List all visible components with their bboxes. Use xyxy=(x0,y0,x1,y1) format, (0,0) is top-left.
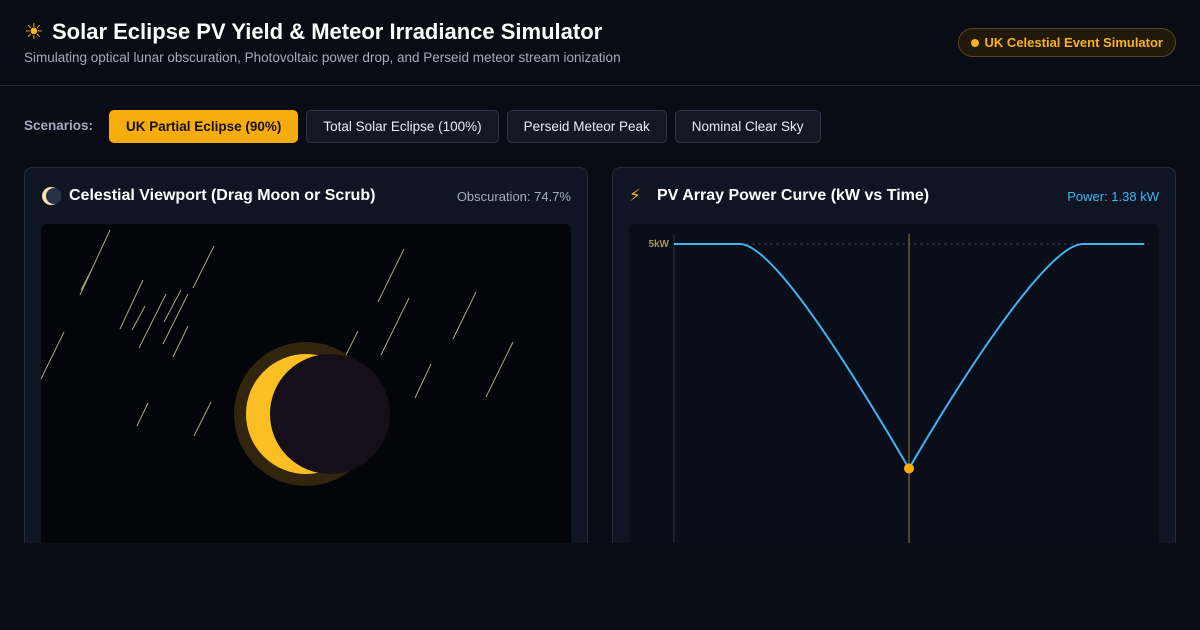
meteor-streak xyxy=(344,330,359,358)
meteor-streak xyxy=(193,401,212,437)
moon-icon xyxy=(41,186,63,206)
meteor-streak xyxy=(162,293,189,345)
power-panel-header: ⚡ PV Array Power Curve (kW vs Time) Powe… xyxy=(629,184,1159,208)
page-subtitle: Simulating optical lunar obscuration, Ph… xyxy=(24,50,621,65)
page-bottom-area xyxy=(0,543,1200,630)
scenario-selector: Scenarios: UK Partial Eclipse (90%) Tota… xyxy=(24,110,829,143)
meteor-streak xyxy=(485,341,514,398)
meteor-streak xyxy=(136,402,149,427)
power-readout: Power: 1.38 kW xyxy=(1067,188,1159,204)
scenario-perseid-peak-button[interactable]: Perseid Meteor Peak xyxy=(506,110,667,143)
power-curve-chart[interactable]: 5kW xyxy=(629,224,1159,564)
lightning-icon: ⚡ xyxy=(629,186,641,205)
power-panel-title: PV Array Power Curve (kW vs Time) xyxy=(657,187,930,204)
meteor-streak xyxy=(192,245,215,289)
moon-disc[interactable] xyxy=(270,354,390,474)
meteor-streak xyxy=(452,291,477,340)
title-row: ☀ Solar Eclipse PV Yield & Meteor Irradi… xyxy=(24,18,602,46)
meteor-streak xyxy=(79,229,111,296)
obscuration-readout: Obscuration: 74.7% xyxy=(456,188,571,204)
y-tick-label: 5kW xyxy=(648,239,669,250)
celestial-viewport[interactable] xyxy=(41,224,571,564)
simulator-badge: UK Celestial Event Simulator xyxy=(957,28,1176,57)
sun-icon: ☀ xyxy=(24,19,44,44)
page-title: Solar Eclipse PV Yield & Meteor Irradian… xyxy=(52,19,603,44)
pv-power-panel: ⚡ PV Array Power Curve (kW vs Time) Powe… xyxy=(612,167,1176,567)
meteor-streak xyxy=(414,363,432,399)
scenario-uk-partial-eclipse-button[interactable]: UK Partial Eclipse (90%) xyxy=(109,110,299,143)
scenario-total-eclipse-button[interactable]: Total Solar Eclipse (100%) xyxy=(306,110,499,143)
meteor-streak xyxy=(380,297,410,356)
power-curve-svg: 5kW xyxy=(648,234,1149,564)
meteor-streak xyxy=(172,325,189,358)
header: ☀ Solar Eclipse PV Yield & Meteor Irradi… xyxy=(0,0,1200,86)
scenario-clear-sky-button[interactable]: Nominal Clear Sky xyxy=(674,110,821,143)
celestial-viewport-panel: Celestial Viewport (Drag Moon or Scrub) … xyxy=(24,167,588,567)
meteor-streak xyxy=(377,248,405,303)
viewport-panel-header: Celestial Viewport (Drag Moon or Scrub) … xyxy=(41,184,571,208)
meteor-streak xyxy=(163,289,182,323)
badge-label: UK Celestial Event Simulator xyxy=(984,35,1163,50)
meteor-streak xyxy=(138,293,167,349)
meteor-streak xyxy=(119,279,144,330)
meteor-streak xyxy=(80,268,93,291)
status-dot-icon xyxy=(970,38,979,47)
meteor-streak xyxy=(41,331,65,380)
current-power-marker xyxy=(904,463,914,474)
scenarios-label: Scenarios: xyxy=(24,118,94,133)
viewport-panel-title: Celestial Viewport (Drag Moon or Scrub) xyxy=(69,187,376,204)
meteor-streak xyxy=(131,305,146,331)
sky-canvas xyxy=(41,229,514,486)
